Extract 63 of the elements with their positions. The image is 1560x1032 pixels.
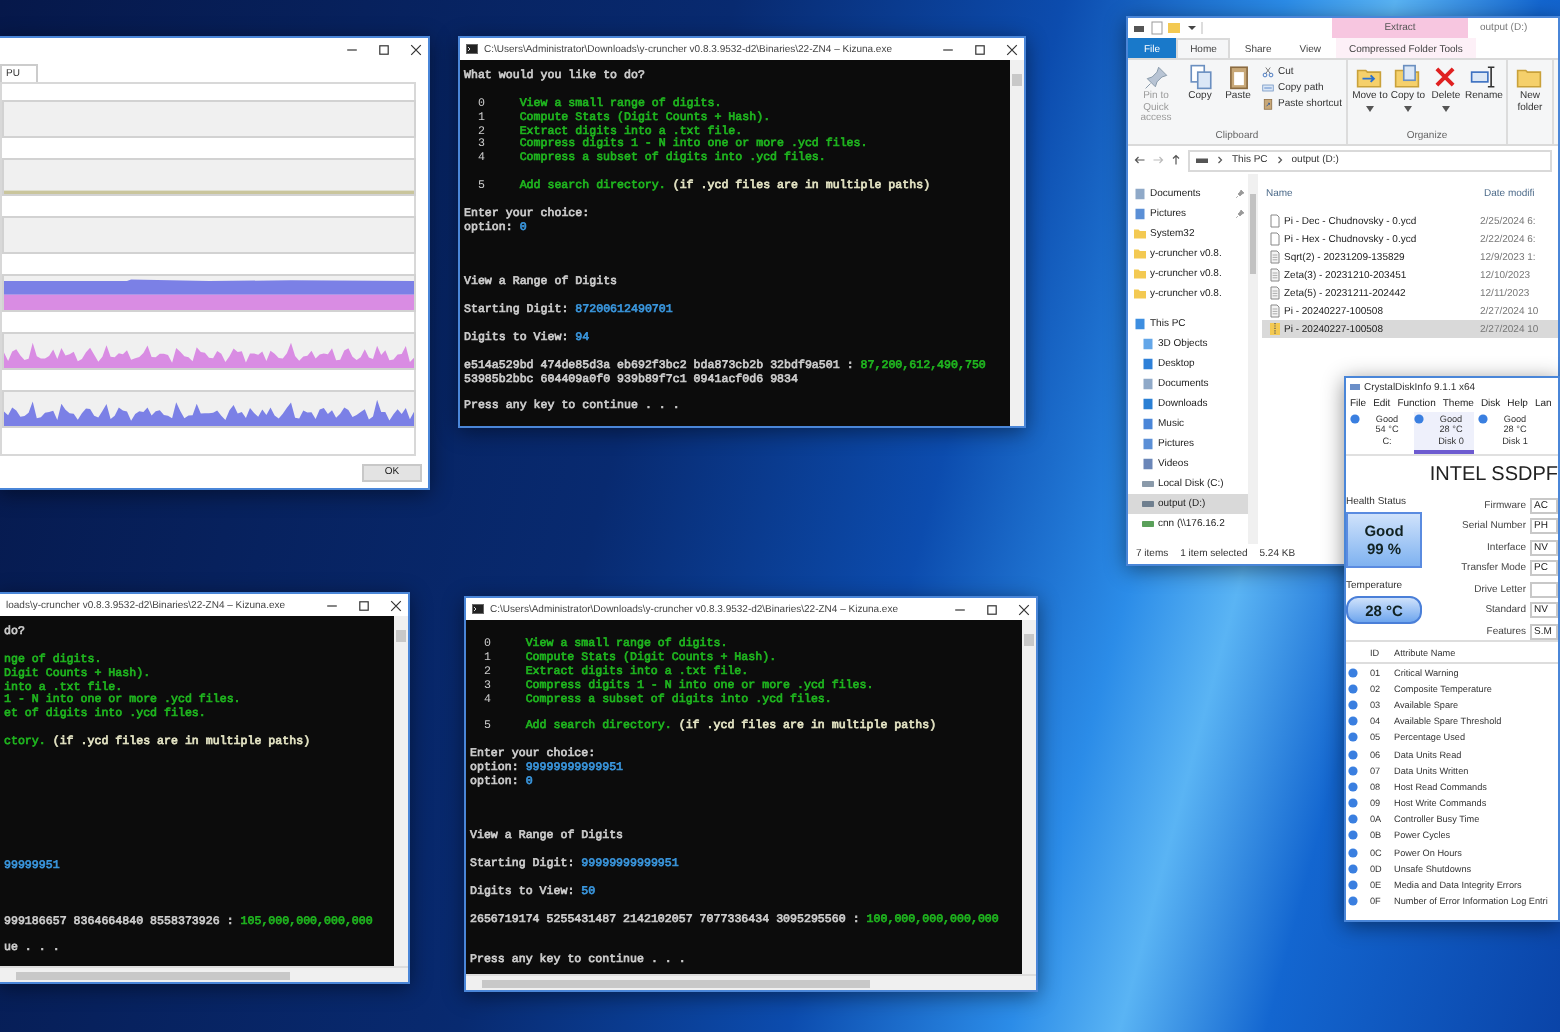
status-dot-icon (1348, 699, 1358, 710)
delete-icon (1432, 64, 1459, 90)
minimize-icon[interactable] (954, 603, 966, 615)
back-arrow-icon[interactable] (1134, 154, 1146, 166)
field-value (1530, 581, 1558, 597)
status-dot-icon (1414, 414, 1424, 424)
text-file-icon (1270, 286, 1280, 300)
text-file-icon (1270, 304, 1280, 318)
scissors-icon (1262, 66, 1274, 78)
status-dot-icon (1350, 414, 1360, 424)
vertical-scrollbar[interactable] (1010, 60, 1024, 426)
status-dot-icon (1348, 732, 1358, 743)
drive-model: INTEL SSDPF (1429, 463, 1558, 485)
minimize-icon[interactable] (346, 43, 358, 55)
vertical-scrollbar[interactable] (1248, 174, 1258, 544)
up-arrow-icon[interactable] (1170, 154, 1182, 166)
chevron-icon (1273, 154, 1286, 166)
maximize-icon[interactable] (378, 43, 390, 55)
horizontal-scrollbar[interactable] (466, 974, 1036, 990)
text-file-icon (1270, 250, 1280, 264)
status-dot-icon (1348, 896, 1358, 907)
status-dot-icon (1348, 798, 1358, 809)
status-dot-icon (1348, 830, 1358, 841)
pin-icon (1236, 210, 1244, 218)
horizontal-scrollbar[interactable] (0, 966, 408, 982)
close-icon[interactable] (1018, 603, 1030, 615)
terminal-icon (472, 604, 484, 614)
terminal-icon (466, 44, 478, 54)
zip-folder-icon (1270, 322, 1280, 336)
pin-icon (1236, 190, 1244, 198)
status-dot-icon (1348, 765, 1358, 776)
status-dot-icon (1348, 749, 1358, 760)
status-dot-icon (1348, 880, 1358, 891)
chevron-icon (1214, 154, 1226, 166)
maximize-icon[interactable] (974, 43, 986, 55)
caret-icon (1365, 105, 1374, 111)
folder-arrow-icon (1356, 64, 1383, 90)
folder-copy-icon (1394, 64, 1421, 90)
status-dot-icon (1348, 781, 1358, 792)
status-dot-icon (1478, 414, 1488, 424)
rename-icon (1470, 64, 1497, 90)
maximize-icon[interactable] (986, 603, 998, 615)
status-dot-icon (1348, 667, 1358, 678)
new-folder-icon (1516, 64, 1543, 90)
status-dot-icon (1348, 863, 1358, 874)
caret-icon (1441, 105, 1450, 111)
minimize-icon[interactable] (942, 43, 954, 55)
text-file-icon (1270, 268, 1280, 282)
pin-icon (1143, 64, 1169, 90)
maximize-icon[interactable] (358, 599, 370, 611)
status-dot-icon (1348, 847, 1358, 858)
vertical-scrollbar[interactable] (1022, 620, 1036, 974)
shortcut-icon (1262, 98, 1274, 110)
close-icon[interactable] (390, 599, 402, 611)
status-dot-icon (1348, 683, 1358, 694)
minimize-icon[interactable] (326, 599, 338, 611)
status-dot-icon (1348, 716, 1358, 727)
close-icon[interactable] (1006, 43, 1018, 55)
caret-icon (1403, 105, 1412, 111)
close-icon[interactable] (410, 43, 422, 55)
path-icon (1262, 82, 1274, 94)
status-dot-icon (1348, 814, 1358, 825)
vertical-scrollbar[interactable] (394, 616, 408, 966)
